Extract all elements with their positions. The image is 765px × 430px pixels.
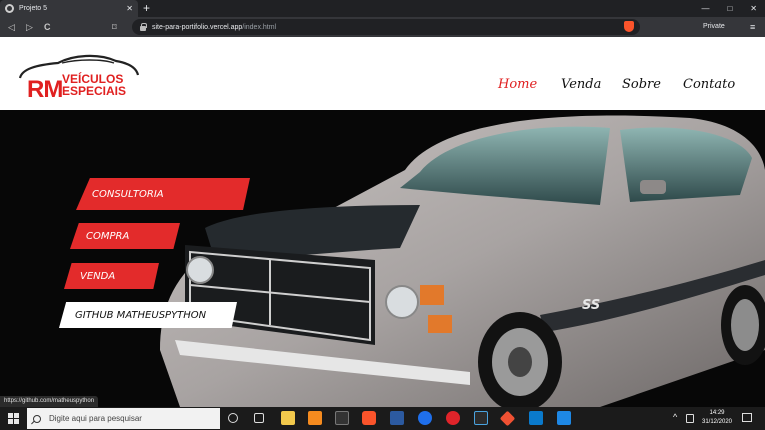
- browser-tab-bar: Projeto 5 ✕ + — □ ✕: [0, 0, 765, 17]
- brave-icon[interactable]: [362, 411, 376, 425]
- link-status-bar: https://github.com/matheuspython: [0, 396, 99, 407]
- windows-start-icon[interactable]: [8, 413, 19, 424]
- logo-line-2: ESPECIAIS: [62, 84, 127, 98]
- media-icon[interactable]: [557, 411, 571, 425]
- clock-date: 31/12/2020: [701, 419, 733, 425]
- nav-venda[interactable]: Venda: [561, 77, 601, 92]
- windows-taskbar: Digite aqui para pesquisar ^ 14:29 31/12…: [0, 407, 765, 430]
- browser-menu-icon[interactable]: ≡: [750, 17, 755, 37]
- private-indicator: Private: [703, 23, 725, 30]
- bookmark-icon[interactable]: ⌑: [112, 17, 117, 37]
- notification-icon[interactable]: [742, 413, 752, 422]
- web-page: RM VEÍCULOS ESPECIAIS Home Venda Sobre C…: [0, 37, 765, 407]
- task-view-icon[interactable]: [254, 413, 264, 423]
- car-image: [0, 110, 765, 407]
- opera-icon[interactable]: [446, 411, 460, 425]
- tab-title: Projeto 5: [19, 5, 48, 12]
- venda-button[interactable]: VENDA: [64, 263, 159, 289]
- url-path: /index.html: [242, 23, 277, 31]
- hero-banner: SS CONSULTORIA COMPRA VENDA GITHUB MATHE…: [0, 110, 765, 407]
- maximize-button[interactable]: □: [727, 4, 732, 13]
- screen: Projeto 5 ✕ + — □ ✕ ◁ ▷ C ⌑ site-para-po…: [0, 0, 765, 430]
- taskbar-search[interactable]: Digite aqui para pesquisar: [27, 408, 220, 429]
- sublime-icon[interactable]: [308, 411, 322, 425]
- compra-label: COMPRA: [86, 230, 130, 242]
- nav-home[interactable]: Home: [498, 77, 537, 92]
- site-header: RM VEÍCULOS ESPECIAIS Home Venda Sobre C…: [0, 37, 765, 110]
- search-icon: [33, 414, 41, 423]
- github-button[interactable]: GITHUB MATHEUSPYTHON: [59, 302, 237, 328]
- app-icon[interactable]: [418, 411, 432, 425]
- back-button[interactable]: ◁: [8, 17, 15, 37]
- forward-button[interactable]: ▷: [26, 17, 33, 37]
- browser-tab[interactable]: Projeto 5 ✕: [0, 0, 138, 17]
- battery-icon[interactable]: [686, 414, 694, 423]
- url-host: site-para-portifolio.vercel.app: [152, 23, 243, 31]
- search-placeholder: Digite aqui para pesquisar: [49, 414, 142, 423]
- cortana-icon[interactable]: [228, 413, 238, 423]
- lock-icon: [140, 22, 147, 31]
- new-tab-button[interactable]: +: [143, 0, 150, 17]
- site-logo[interactable]: RM VEÍCULOS ESPECIAIS: [18, 51, 143, 103]
- github-label: GITHUB MATHEUSPYTHON: [75, 309, 207, 321]
- terminal-icon[interactable]: [335, 411, 349, 425]
- venda-label: VENDA: [80, 270, 116, 282]
- vscode-icon[interactable]: [529, 411, 543, 425]
- nav-contato[interactable]: Contato: [683, 77, 735, 92]
- taskbar-clock[interactable]: 14:29 31/12/2020: [699, 409, 735, 427]
- console-icon[interactable]: [474, 411, 488, 425]
- minimize-button[interactable]: —: [701, 4, 709, 13]
- consultoria-label: CONSULTORIA: [92, 188, 164, 200]
- close-window-button[interactable]: ✕: [750, 4, 757, 13]
- tab-favicon-icon: [5, 4, 14, 13]
- git-icon[interactable]: [499, 410, 516, 427]
- consultoria-button[interactable]: CONSULTORIA: [76, 178, 250, 210]
- reload-button[interactable]: C: [44, 17, 51, 37]
- browser-toolbar: ◁ ▷ C ⌑ site-para-portifolio.vercel.app …: [0, 17, 765, 37]
- tab-close-icon[interactable]: ✕: [126, 4, 133, 13]
- clock-time: 14:29: [709, 410, 725, 416]
- tray-expand-icon[interactable]: ^: [673, 412, 677, 422]
- file-explorer-icon[interactable]: [281, 411, 295, 425]
- nav-sobre[interactable]: Sobre: [622, 77, 661, 92]
- car-badge: SS: [582, 298, 601, 313]
- powershell-icon[interactable]: [390, 411, 404, 425]
- logo-initials: RM: [27, 76, 63, 103]
- compra-button[interactable]: COMPRA: [70, 223, 180, 249]
- brave-shield-icon[interactable]: [624, 21, 634, 32]
- address-bar[interactable]: site-para-portifolio.vercel.app /index.h…: [132, 19, 640, 35]
- window-controls: — □ ✕: [701, 0, 757, 17]
